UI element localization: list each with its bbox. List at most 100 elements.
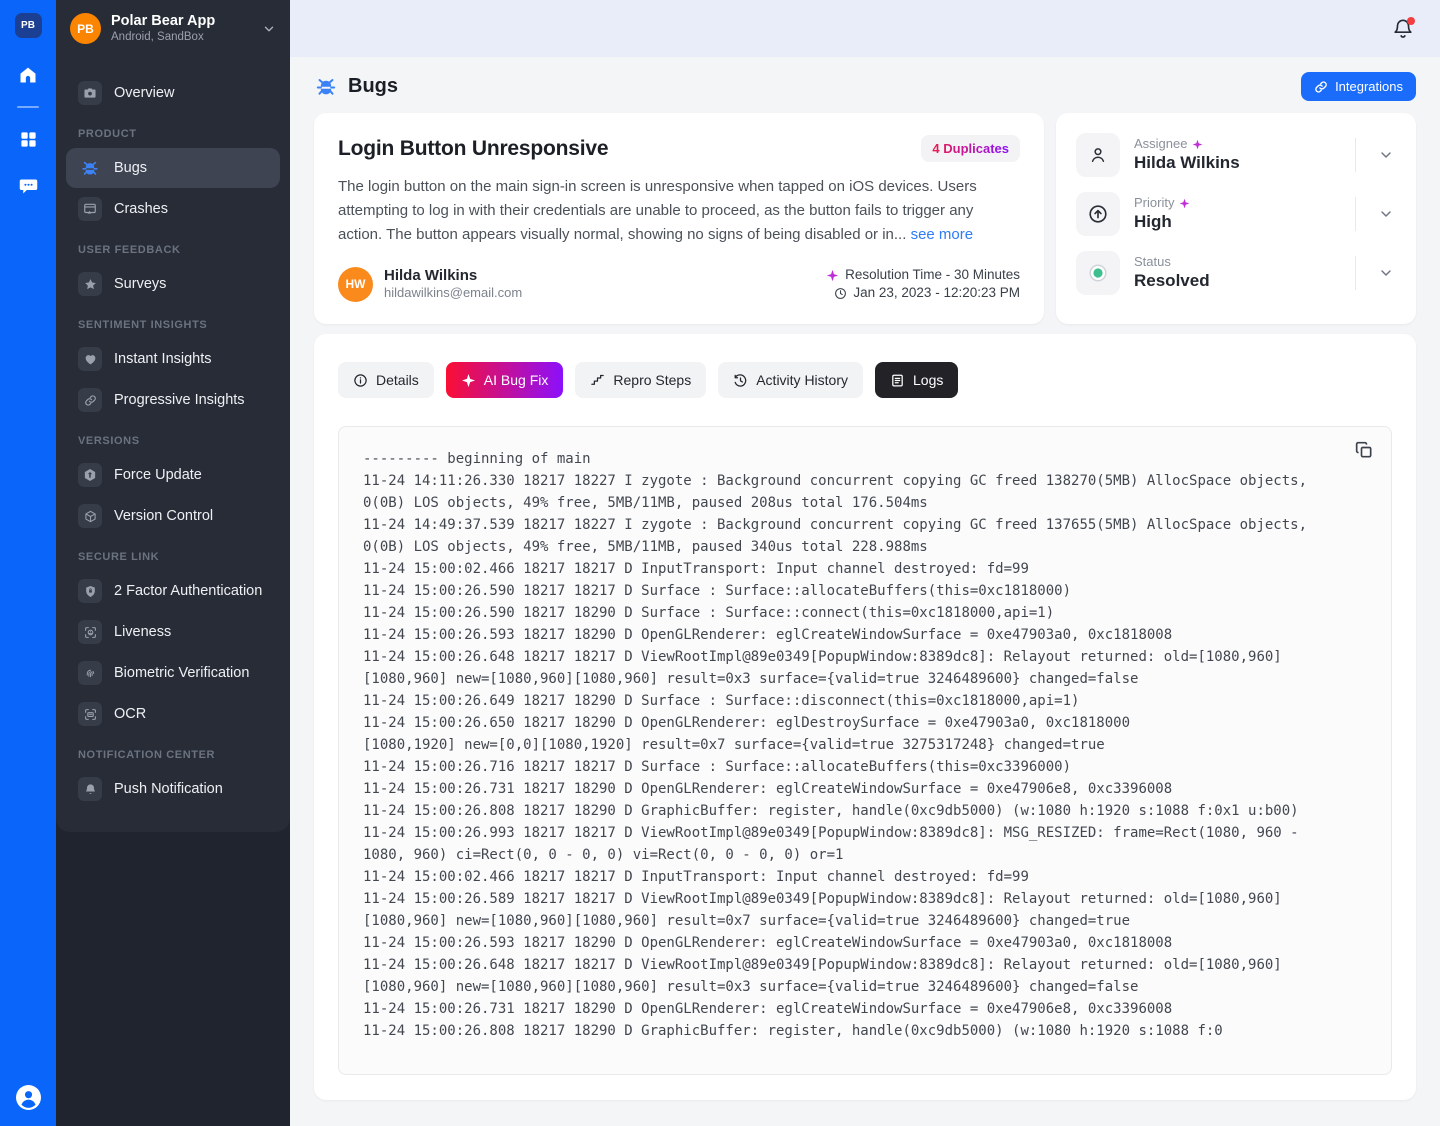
- bug-meta-panel: Assignee Hilda Wilkins Priority: [1056, 113, 1416, 324]
- sidebar-item-liveness[interactable]: Liveness: [66, 612, 280, 652]
- face-scan-icon: [78, 620, 102, 644]
- copy-icon[interactable]: [1354, 439, 1376, 461]
- sidebar: PB Polar Bear App Android, SandBox Overv…: [56, 0, 290, 1126]
- status-label: Status: [1134, 254, 1171, 270]
- section-label: PRODUCT: [78, 128, 268, 140]
- log-line: 11-24 15:00:26.648 18217 18217 D ViewRoo…: [363, 646, 1367, 668]
- tab-activity-history[interactable]: Activity History: [718, 362, 863, 398]
- log-line: 11-24 15:00:26.731 18217 18290 D OpenGLR…: [363, 778, 1367, 800]
- crashes-icon: [78, 197, 102, 221]
- sidebar-item-label: Surveys: [114, 276, 166, 292]
- log-line: 11-24 15:00:02.466 18217 18217 D InputTr…: [363, 866, 1367, 888]
- log-line: 11-24 15:00:26.649 18217 18290 D Surface…: [363, 690, 1367, 712]
- workspace-badge[interactable]: PB: [15, 13, 42, 38]
- priority-value: High: [1134, 211, 1341, 233]
- tab-logs[interactable]: Logs: [875, 362, 958, 398]
- reporter: HW Hilda Wilkins hildawilkins@email.com: [338, 267, 522, 302]
- log-line: 11-24 15:00:26.593 18217 18290 D OpenGLR…: [363, 932, 1367, 954]
- divider: [1355, 197, 1356, 231]
- log-line: 0(0B) LOS objects, 49% free, 5MB/11MB, p…: [363, 536, 1367, 558]
- section-label: NOTIFICATION CENTER: [78, 749, 268, 761]
- integrations-label: Integrations: [1335, 79, 1403, 94]
- bug-icon: [78, 156, 102, 180]
- log-line: --------- beginning of main: [363, 448, 1367, 470]
- bug-description: The login button on the main sign-in scr…: [338, 175, 1020, 247]
- reporter-email: hildawilkins@email.com: [384, 285, 522, 301]
- user-avatar-icon[interactable]: [16, 1085, 41, 1110]
- log-line: [1080,960] new=[1080,960][1080,960] resu…: [363, 910, 1367, 932]
- log-line: 11-24 14:11:26.330 18217 18227 I zygote …: [363, 470, 1367, 492]
- sidebar-item-label: Version Control: [114, 508, 213, 524]
- home-icon[interactable]: [17, 64, 39, 86]
- sidebar-item-label: Push Notification: [114, 781, 223, 797]
- sidebar-item-biometric[interactable]: Biometric Verification: [66, 653, 280, 693]
- sidebar-item-surveys[interactable]: Surveys: [66, 264, 280, 304]
- log-line: 11-24 14:49:37.539 18217 18227 I zygote …: [363, 514, 1367, 536]
- log-line: 11-24 15:00:26.808 18217 18290 D Graphic…: [363, 800, 1367, 822]
- tab-repro-steps[interactable]: Repro Steps: [575, 362, 706, 398]
- sidebar-item-push-notification[interactable]: Push Notification: [66, 769, 280, 809]
- tab-label: Details: [376, 372, 419, 388]
- tabs-row: Details AI Bug Fix Repro Steps Activity …: [338, 362, 1392, 398]
- sidebar-item-label: Instant Insights: [114, 351, 212, 367]
- apps-grid-icon[interactable]: [17, 128, 39, 150]
- sidebar-item-label: Overview: [114, 85, 174, 101]
- notification-dot: [1407, 17, 1415, 25]
- bug-title: Login Button Unresponsive: [338, 137, 608, 161]
- sidebar-item-label: Force Update: [114, 467, 202, 483]
- heart-icon: [78, 347, 102, 371]
- sidebar-item-label: Biometric Verification: [114, 665, 249, 681]
- sidebar-item-overview[interactable]: Overview: [66, 73, 280, 113]
- integrations-button[interactable]: Integrations: [1301, 72, 1416, 101]
- chevron-down-icon[interactable]: [1370, 206, 1396, 222]
- main-content: Bugs Integrations Login Button Unrespons…: [290, 0, 1440, 1126]
- sidebar-item-version-control[interactable]: Version Control: [66, 496, 280, 536]
- assignee-value: Hilda Wilkins: [1134, 152, 1341, 174]
- log-line: 11-24 15:00:26.650 18217 18290 D OpenGLR…: [363, 712, 1367, 734]
- tab-ai-bug-fix[interactable]: AI Bug Fix: [446, 362, 564, 398]
- log-line: 11-24 15:00:26.589 18217 18217 D ViewRoo…: [363, 888, 1367, 910]
- log-line: 11-24 15:00:26.590 18217 18217 D Surface…: [363, 580, 1367, 602]
- log-line: 11-24 15:00:26.590 18217 18290 D Surface…: [363, 602, 1367, 624]
- sidebar-item-label: 2 Factor Authentication: [114, 583, 262, 599]
- chevron-down-icon[interactable]: [262, 22, 276, 36]
- assignee-label: Assignee: [1134, 136, 1187, 152]
- link-icon: [1314, 80, 1328, 94]
- section-label: VERSIONS: [78, 435, 268, 447]
- sidebar-item-label: Bugs: [114, 160, 147, 176]
- sidebar-item-label: OCR: [114, 706, 146, 722]
- tab-label: AI Bug Fix: [484, 372, 549, 388]
- sidebar-item-bugs[interactable]: Bugs: [66, 148, 280, 188]
- sidebar-item-2fa[interactable]: 2 Factor Authentication: [66, 571, 280, 611]
- chat-icon[interactable]: [17, 175, 39, 197]
- log-line: 11-24 15:00:26.993 18217 18217 D ViewRoo…: [363, 822, 1367, 844]
- star-icon: [78, 272, 102, 296]
- bug-detail-card: Login Button Unresponsive 4 Duplicates T…: [314, 113, 1044, 324]
- sidebar-item-instant-insights[interactable]: Instant Insights: [66, 339, 280, 379]
- chevron-down-icon[interactable]: [1370, 265, 1396, 281]
- log-viewer[interactable]: --------- beginning of main 11-24 14:11:…: [338, 426, 1392, 1075]
- app-switcher[interactable]: PB Polar Bear App Android, SandBox: [56, 0, 290, 57]
- fingerprint-icon: [78, 661, 102, 685]
- app-avatar: PB: [70, 13, 101, 44]
- notifications-bell-icon[interactable]: [1392, 18, 1414, 40]
- log-line: [1080,1920] new=[0,0][1080,1920] result=…: [363, 734, 1367, 756]
- status-value: Resolved: [1134, 270, 1341, 292]
- sidebar-item-ocr[interactable]: OCR: [66, 694, 280, 734]
- sidebar-item-progressive-insights[interactable]: Progressive Insights: [66, 380, 280, 420]
- clock-icon: [834, 287, 847, 300]
- bug-timestamp: Jan 23, 2023 - 12:20:23 PM: [853, 284, 1020, 302]
- bell-icon: [78, 777, 102, 801]
- section-label: SECURE LINK: [78, 551, 268, 563]
- see-more-link[interactable]: see more: [911, 226, 974, 243]
- app-subtitle: Android, SandBox: [111, 30, 252, 44]
- tab-details[interactable]: Details: [338, 362, 434, 398]
- log-line: 11-24 15:00:26.731 18217 18290 D OpenGLR…: [363, 998, 1367, 1020]
- duplicates-badge[interactable]: 4 Duplicates: [921, 135, 1020, 162]
- assignee-row: Assignee Hilda Wilkins: [1076, 133, 1396, 177]
- section-label: SENTIMENT INSIGHTS: [78, 319, 268, 331]
- tab-label: Activity History: [756, 372, 848, 388]
- sidebar-item-force-update[interactable]: Force Update: [66, 455, 280, 495]
- sidebar-item-crashes[interactable]: Crashes: [66, 189, 280, 229]
- chevron-down-icon[interactable]: [1370, 147, 1396, 163]
